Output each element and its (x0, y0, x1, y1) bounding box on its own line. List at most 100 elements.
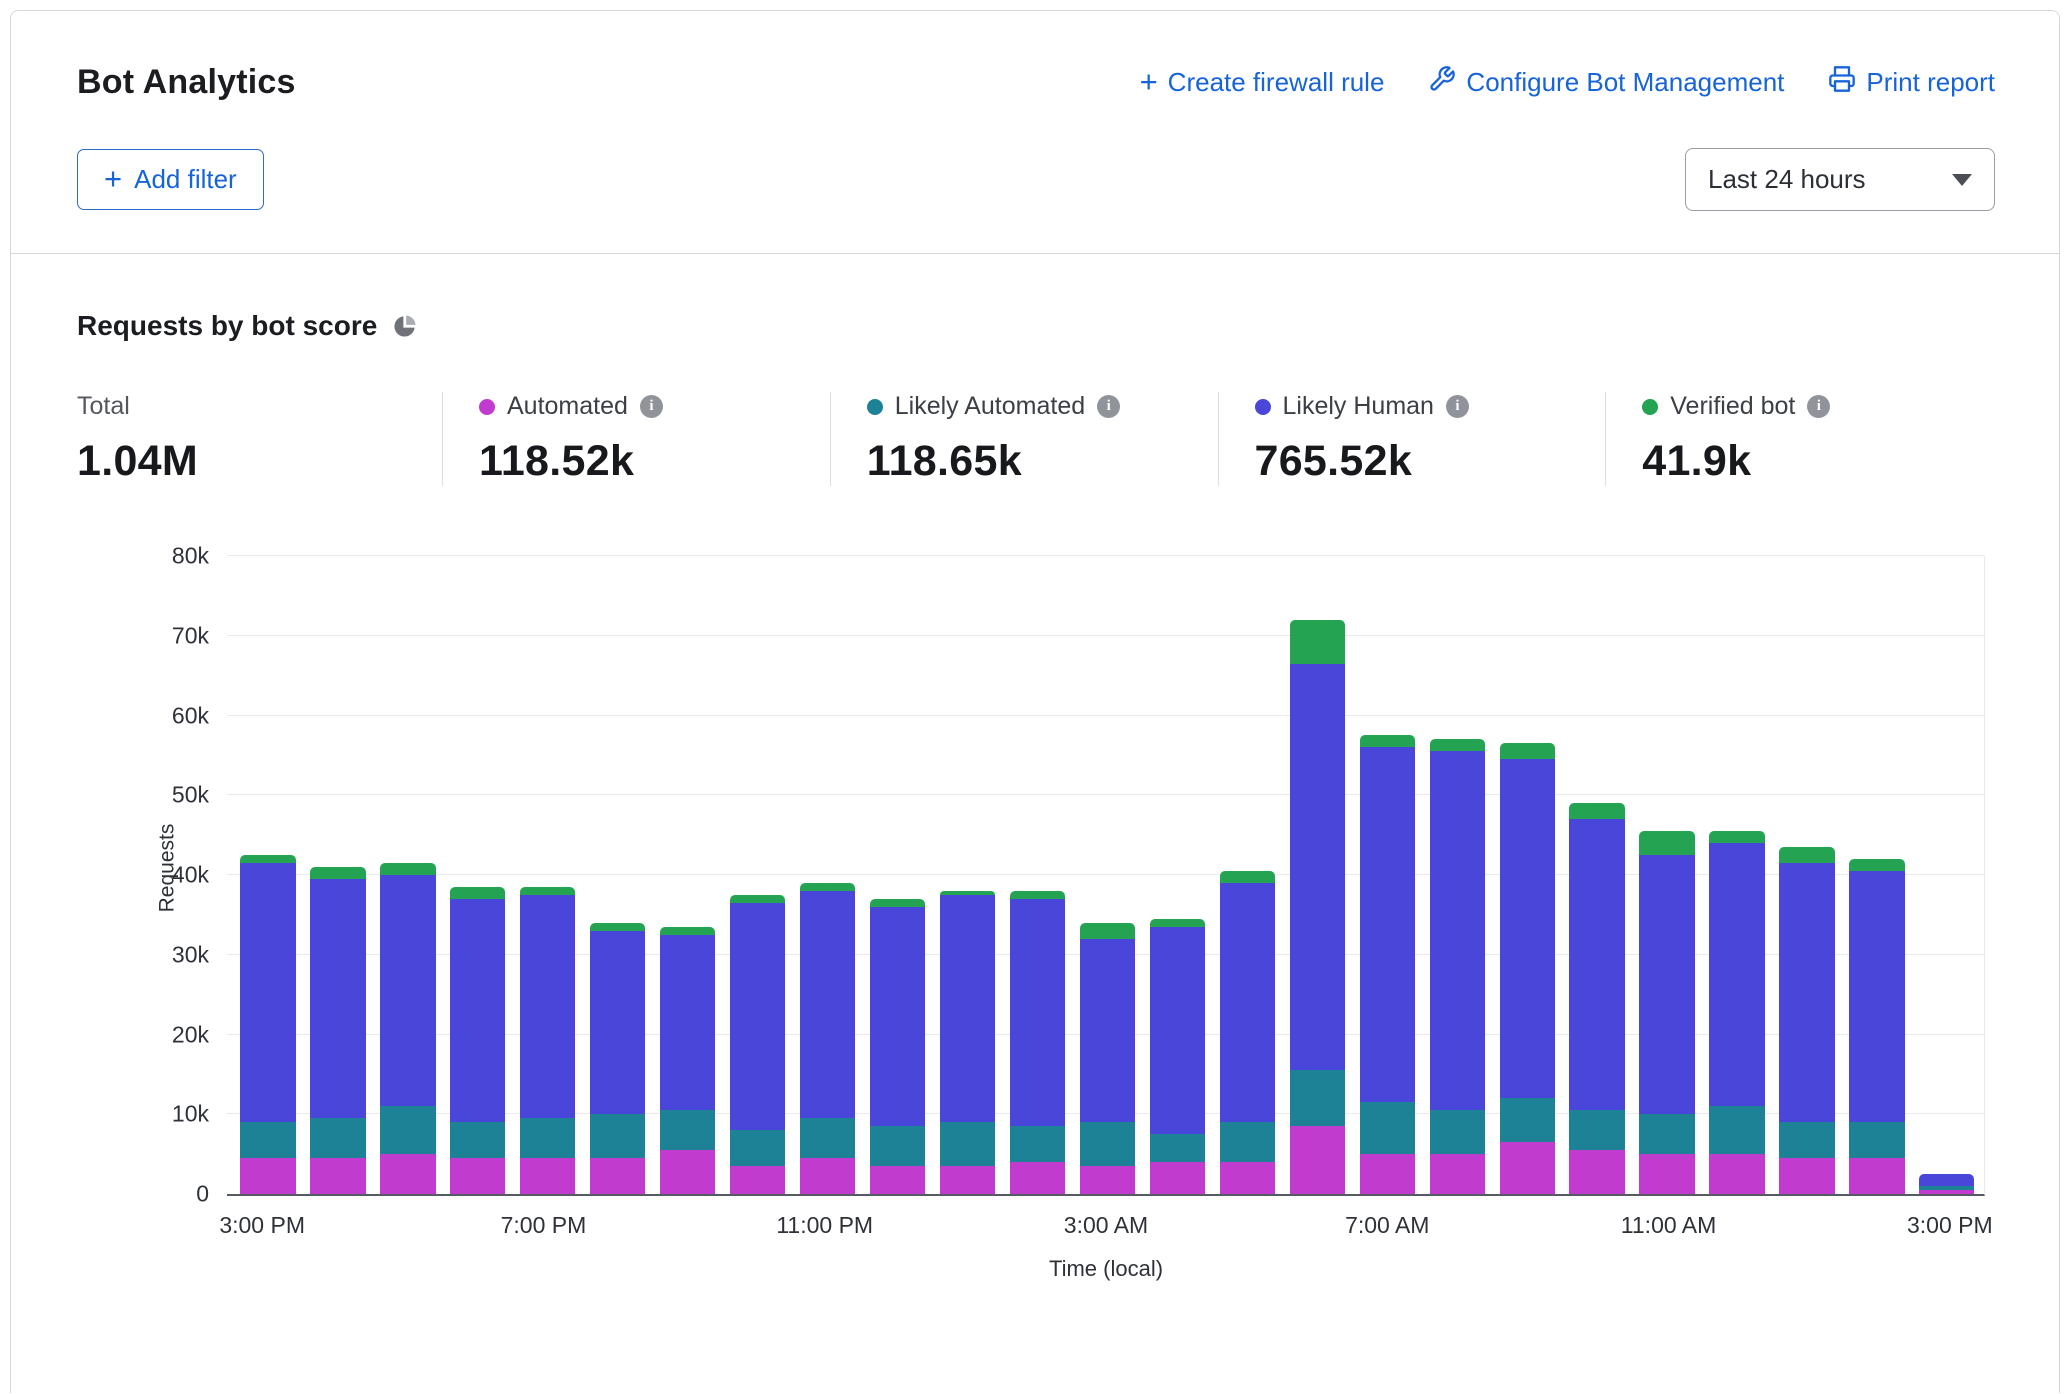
bar-segment[interactable] (660, 935, 715, 1110)
bar-segment[interactable] (450, 887, 505, 899)
bar-segment[interactable] (450, 899, 505, 1122)
bar-segment[interactable] (730, 895, 785, 903)
time-range-select[interactable]: Last 24 hours (1685, 148, 1995, 211)
bar-segment[interactable] (380, 875, 435, 1106)
stacked-bar[interactable] (1080, 556, 1135, 1194)
bar-segment[interactable] (1849, 1158, 1904, 1194)
bar-segment[interactable] (1360, 1154, 1415, 1194)
print-report-link[interactable]: Print report (1828, 65, 1995, 100)
bar-segment[interactable] (240, 863, 295, 1122)
bar-segment[interactable] (520, 1158, 575, 1194)
bar-segment[interactable] (870, 907, 925, 1126)
bar-segment[interactable] (1500, 759, 1555, 1098)
bar-segment[interactable] (1290, 620, 1345, 664)
bar-segment[interactable] (310, 879, 365, 1118)
bar-segment[interactable] (940, 895, 995, 1122)
bar-segment[interactable] (240, 855, 295, 863)
stacked-bar[interactable] (1639, 556, 1694, 1194)
stacked-bar[interactable] (1150, 556, 1205, 1194)
stacked-bar[interactable] (730, 556, 785, 1194)
bar-segment[interactable] (1080, 1122, 1135, 1166)
info-icon[interactable] (1446, 395, 1469, 418)
stacked-bar[interactable] (590, 556, 645, 1194)
bar-segment[interactable] (1430, 751, 1485, 1110)
bar-segment[interactable] (590, 931, 645, 1114)
bar-segment[interactable] (800, 1118, 855, 1158)
bar-segment[interactable] (590, 1158, 645, 1194)
stacked-bar[interactable] (1500, 556, 1555, 1194)
bar-segment[interactable] (310, 1118, 365, 1158)
bar-segment[interactable] (1430, 1110, 1485, 1154)
bar-segment[interactable] (380, 1106, 435, 1154)
bar-segment[interactable] (1639, 1154, 1694, 1194)
bar-segment[interactable] (1360, 735, 1415, 747)
bar-segment[interactable] (1849, 871, 1904, 1122)
stacked-bar[interactable] (660, 556, 715, 1194)
bar-segment[interactable] (1150, 1162, 1205, 1194)
bar-segment[interactable] (1010, 891, 1065, 899)
bar-segment[interactable] (1709, 843, 1764, 1106)
bar-segment[interactable] (1500, 1142, 1555, 1194)
bar-segment[interactable] (1010, 1126, 1065, 1162)
bar-segment[interactable] (520, 1118, 575, 1158)
bar-segment[interactable] (450, 1158, 505, 1194)
bar-segment[interactable] (730, 1166, 785, 1194)
stacked-bar[interactable] (1849, 556, 1904, 1194)
stacked-bar[interactable] (940, 556, 995, 1194)
bar-segment[interactable] (1569, 803, 1624, 819)
bar-segment[interactable] (1220, 1162, 1275, 1194)
bar-segment[interactable] (800, 883, 855, 891)
bar-segment[interactable] (800, 1158, 855, 1194)
bar-segment[interactable] (1639, 1114, 1694, 1154)
bar-segment[interactable] (1709, 1106, 1764, 1154)
bar-segment[interactable] (1779, 1122, 1834, 1158)
bar-segment[interactable] (1919, 1190, 1974, 1194)
bar-segment[interactable] (1569, 819, 1624, 1110)
bar-segment[interactable] (660, 1110, 715, 1150)
bar-segment[interactable] (1080, 1166, 1135, 1194)
stacked-bar[interactable] (1919, 556, 1974, 1194)
bar-segment[interactable] (520, 887, 575, 895)
stacked-bar[interactable] (1779, 556, 1834, 1194)
stacked-bar[interactable] (1569, 556, 1624, 1194)
info-icon[interactable] (1097, 395, 1120, 418)
bar-segment[interactable] (1569, 1150, 1624, 1194)
bar-segment[interactable] (1500, 743, 1555, 759)
bar-segment[interactable] (1849, 859, 1904, 871)
bar-segment[interactable] (520, 895, 575, 1118)
bar-segment[interactable] (380, 1154, 435, 1194)
bar-segment[interactable] (1360, 1102, 1415, 1154)
bar-segment[interactable] (1290, 1126, 1345, 1194)
bar-segment[interactable] (240, 1122, 295, 1158)
add-filter-button[interactable]: + Add filter (77, 149, 264, 210)
bar-segment[interactable] (730, 1130, 785, 1166)
stacked-bar[interactable] (1010, 556, 1065, 1194)
bar-segment[interactable] (1779, 1158, 1834, 1194)
bar-segment[interactable] (1080, 939, 1135, 1122)
bar-segment[interactable] (590, 1114, 645, 1158)
bar-segment[interactable] (310, 867, 365, 879)
bar-segment[interactable] (870, 1126, 925, 1166)
bar-segment[interactable] (1360, 747, 1415, 1102)
bar-segment[interactable] (1150, 1134, 1205, 1162)
bar-segment[interactable] (730, 903, 785, 1130)
bar-segment[interactable] (940, 1122, 995, 1166)
bar-segment[interactable] (1430, 739, 1485, 751)
bar-segment[interactable] (1779, 863, 1834, 1122)
stacked-bar[interactable] (800, 556, 855, 1194)
bar-segment[interactable] (1220, 1122, 1275, 1162)
bar-segment[interactable] (800, 891, 855, 1118)
bar-segment[interactable] (1290, 664, 1345, 1071)
bar-segment[interactable] (1569, 1110, 1624, 1150)
stacked-bar[interactable] (1709, 556, 1764, 1194)
bar-segment[interactable] (1010, 1162, 1065, 1194)
bar-segment[interactable] (1150, 919, 1205, 927)
bar-segment[interactable] (1150, 927, 1205, 1134)
stacked-bar[interactable] (1430, 556, 1485, 1194)
stacked-bar[interactable] (450, 556, 505, 1194)
bar-segment[interactable] (1849, 1122, 1904, 1158)
bar-segment[interactable] (870, 899, 925, 907)
bar-segment[interactable] (310, 1158, 365, 1194)
stacked-bar[interactable] (870, 556, 925, 1194)
bar-segment[interactable] (240, 1158, 295, 1194)
